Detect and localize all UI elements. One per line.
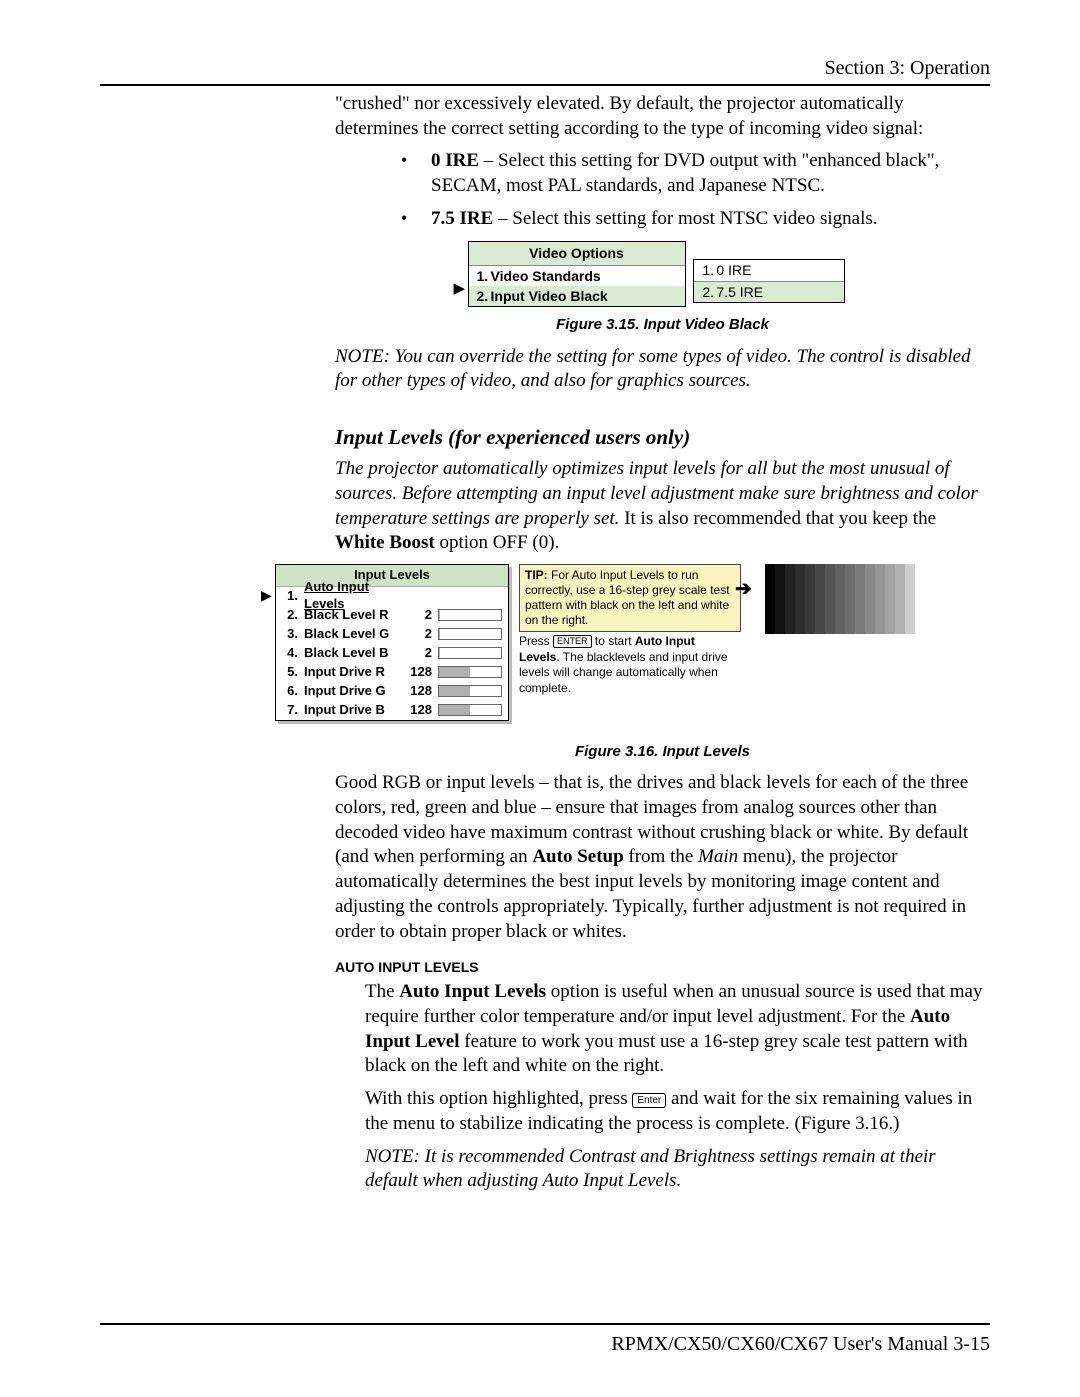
figure-caption-315: Figure 3.15. Input Video Black	[335, 315, 990, 335]
input-levels-menu: Input Levels 1. Auto Input Levels 2.Blac…	[275, 564, 509, 721]
ire-bullet-1: 7.5 IRE – Select this setting for most N…	[401, 207, 990, 232]
ire-bullet-list: 0 IRE – Select this setting for DVD outp…	[335, 149, 990, 231]
page-footer: RPMX/CX50/CX60/CX67 User's Manual 3-15	[100, 1323, 990, 1357]
slider-icon	[438, 609, 502, 621]
menu-row: 3.Black Level G2	[276, 625, 508, 644]
figure-caption-316: Figure 3.16. Input Levels	[335, 742, 990, 762]
auto-input-block: The Auto Input Levels option is useful w…	[365, 980, 990, 1194]
slider-icon	[438, 647, 502, 659]
note-override: NOTE: You can override the setting for s…	[335, 345, 990, 394]
slider-icon	[438, 628, 502, 640]
content-column: "crushed" nor excessively elevated. By d…	[335, 92, 990, 1194]
enter-key-icon: ENTER	[553, 635, 592, 648]
slider-icon	[438, 666, 502, 678]
auto-paragraph-1: The Auto Input Levels option is useful w…	[365, 980, 990, 1079]
menu-row: 6.Input Drive G128	[276, 682, 508, 701]
tip-note: Press ENTER to start Auto Input Levels. …	[519, 634, 729, 696]
bullet-lead: 7.5 IRE	[431, 208, 493, 229]
tip-box: TIP: For Auto Input Levels to run correc…	[519, 564, 741, 632]
menu-row: 5.Input Drive R128	[276, 663, 508, 682]
bullet-rest: – Select this setting for DVD output wit…	[431, 150, 939, 196]
pointer-icon: ▶	[454, 279, 466, 299]
figure-video-options: ▶ Video Options 1.Video Standards 2.Inpu…	[468, 241, 858, 307]
video-options-menu: Video Options 1.Video Standards 2.Input …	[468, 241, 686, 307]
footer-text: RPMX/CX50/CX60/CX67 User's Manual 3-15	[100, 1331, 990, 1357]
enter-key-icon: Enter	[632, 1093, 666, 1108]
bullet-rest: – Select this setting for most NTSC vide…	[493, 208, 877, 229]
page: Section 3: Operation "crushed" nor exces…	[0, 0, 1080, 1397]
tip-lead: TIP:	[525, 568, 548, 582]
top-rule	[100, 84, 990, 86]
input-levels-paragraph: The projector automatically optimizes in…	[335, 457, 990, 556]
ire-bullet-0: 0 IRE – Select this setting for DVD outp…	[401, 149, 990, 198]
il-rest-a: It is also recommended that you keep the	[619, 508, 936, 529]
menu-row: 7.Input Drive B128	[276, 701, 508, 720]
good-rgb-paragraph: Good RGB or input levels – that is, the …	[335, 771, 990, 944]
auto-note: NOTE: It is recommended Contrast and Bri…	[365, 1145, 990, 1194]
submenu-row: 1.0 IRE	[694, 260, 844, 281]
submenu-row-selected: 2.7.5 IRE	[694, 282, 844, 302]
menu-row-auto: 1. Auto Input Levels	[276, 587, 508, 606]
white-boost-bold: White Boost	[335, 532, 435, 553]
auto-paragraph-2: With this option highlighted, press Ente…	[365, 1087, 990, 1136]
menu-row-selected: 2.Input Video Black	[469, 286, 685, 306]
menu-row: 2.Black Level R2	[276, 606, 508, 625]
pointer-icon: ▶	[261, 586, 272, 604]
slider-icon	[438, 704, 502, 716]
menu-title: Video Options	[469, 242, 685, 265]
section-header: Section 3: Operation	[100, 55, 990, 81]
arrow-right-icon: ➔	[735, 576, 752, 602]
heading-input-levels: Input Levels (for experienced users only…	[335, 424, 990, 451]
figure-input-levels: ▶ Input Levels 1. Auto Input Levels 2.Bl…	[275, 564, 995, 734]
il-rest-b: option OFF (0).	[435, 532, 560, 553]
subheading-auto-input-levels: AUTO INPUT LEVELS	[335, 958, 990, 976]
menu-row: 1.Video Standards	[469, 266, 685, 286]
tip-text: For Auto Input Levels to run correctly, …	[525, 568, 730, 627]
bullet-lead: 0 IRE	[431, 150, 479, 171]
intro-paragraph: "crushed" nor excessively elevated. By d…	[335, 92, 990, 141]
video-options-submenu: 1.0 IRE 2.7.5 IRE	[693, 259, 845, 302]
slider-icon	[438, 685, 502, 697]
greyscale-gradient	[765, 564, 925, 634]
menu-row: 4.Black Level B2	[276, 644, 508, 663]
bottom-rule	[100, 1323, 990, 1325]
